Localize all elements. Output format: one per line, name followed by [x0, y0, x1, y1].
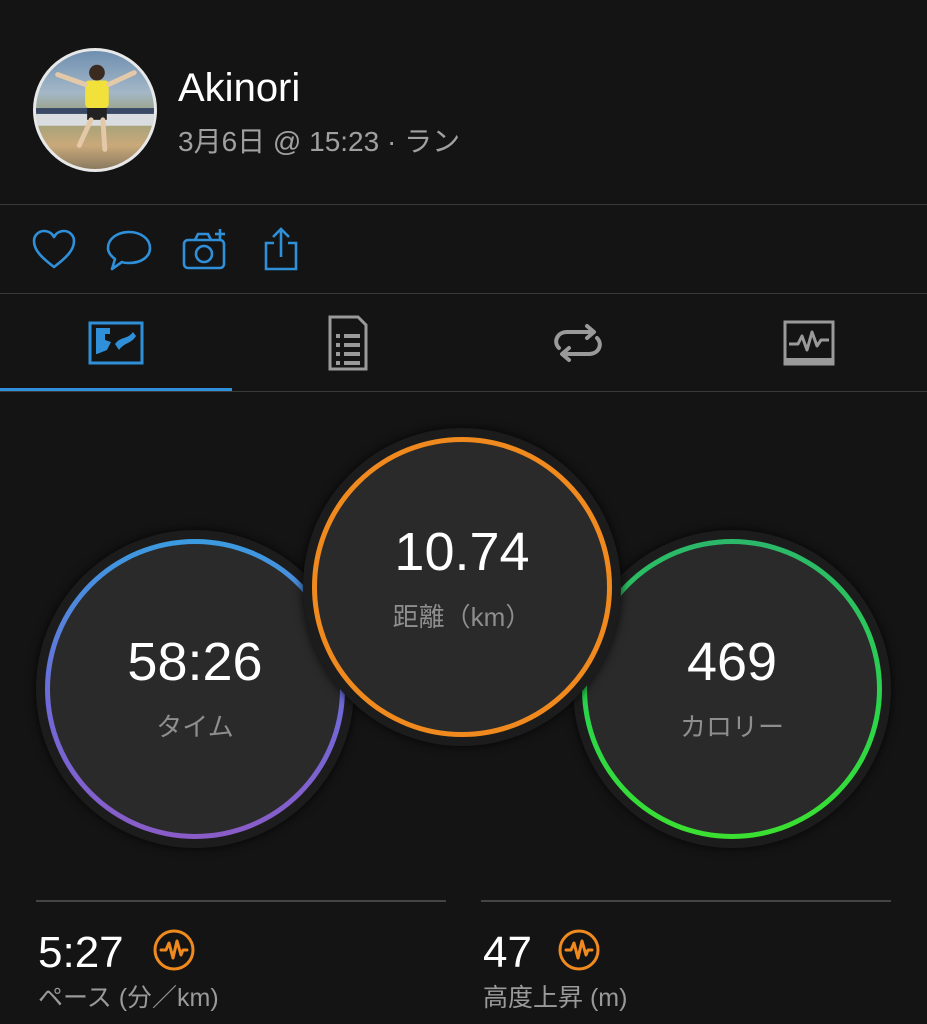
pace-stat[interactable]: 5:27 ペース (分／km) — [36, 900, 446, 1024]
activity-badge-icon — [153, 929, 195, 971]
calorie-value: 469 — [686, 631, 778, 692]
add-photo-button[interactable] — [182, 227, 228, 273]
comment-button[interactable] — [106, 227, 152, 273]
distance-label: 距離（km） — [392, 601, 532, 632]
overview-map-icon — [88, 321, 143, 365]
share-button[interactable] — [258, 227, 304, 273]
laps-icon — [553, 324, 602, 362]
time-label: タイム — [156, 711, 234, 742]
pace-label: ペース (分／km) — [38, 984, 219, 1012]
elevation-value: 47 — [483, 928, 532, 977]
elevation-stat[interactable]: 47 高度上昇 (m) — [481, 900, 891, 1024]
pace-value: 5:27 — [38, 928, 124, 977]
tab-overview[interactable] — [0, 294, 231, 392]
share-icon — [264, 227, 298, 271]
activity-date-time: 3月6日 @ 15:23 · ラン — [178, 126, 461, 157]
activity-tabs — [0, 294, 927, 392]
calorie-label: カロリー — [679, 711, 784, 742]
action-bar — [0, 205, 927, 293]
tab-stats[interactable] — [231, 294, 462, 392]
tab-charts[interactable] — [693, 294, 924, 392]
chart-icon — [783, 320, 834, 366]
distance-value: 10.74 — [394, 521, 530, 582]
distance-metric[interactable]: 10.74 距離（km） — [312, 437, 612, 737]
activity-header: Akinori 3月6日 @ 15:23 · ラン — [0, 0, 927, 204]
avatar-photo — [36, 64, 154, 152]
divider — [481, 900, 891, 902]
divider — [0, 391, 927, 392]
divider — [36, 900, 446, 902]
calorie-metric[interactable]: 469 カロリー — [582, 539, 882, 839]
avatar[interactable] — [33, 48, 157, 172]
time-metric[interactable]: 58:26 タイム — [45, 539, 345, 839]
camera-plus-icon — [182, 229, 226, 270]
user-name[interactable]: Akinori — [178, 66, 300, 111]
document-list-icon — [328, 315, 367, 371]
comment-icon — [106, 230, 152, 271]
elevation-label: 高度上昇 (m) — [483, 984, 628, 1012]
like-button[interactable] — [31, 227, 77, 273]
heart-icon — [32, 229, 76, 269]
time-value: 58:26 — [127, 631, 263, 692]
activity-badge-icon — [558, 929, 600, 971]
tab-laps[interactable] — [462, 294, 693, 392]
